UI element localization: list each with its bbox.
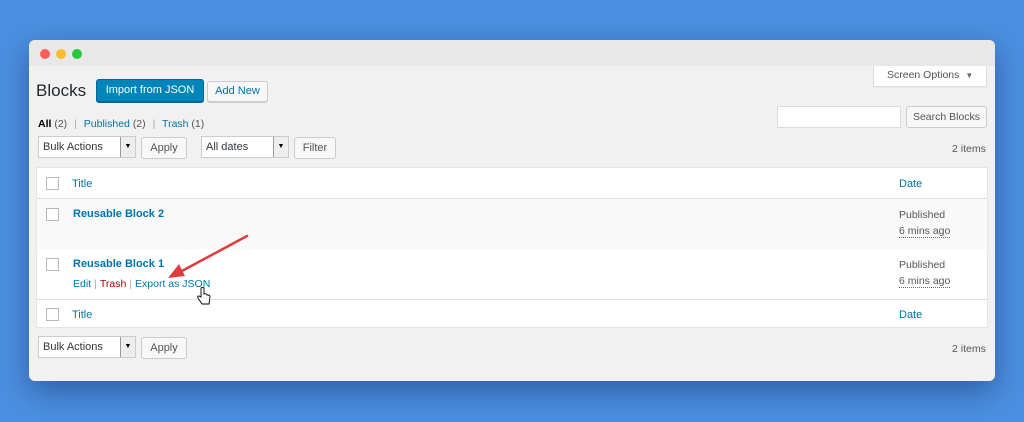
export-as-json-link[interactable]: Export as JSON [135, 278, 210, 290]
apply-button-top[interactable]: Apply [141, 137, 187, 159]
action-separator: | [129, 278, 133, 290]
bulk-actions-select-top[interactable]: Bulk Actions ▼ [38, 136, 136, 158]
row-checkbox[interactable] [46, 258, 59, 271]
minimize-window-dot[interactable] [56, 49, 66, 59]
items-count-bottom: 2 items [952, 343, 986, 355]
close-window-dot[interactable] [40, 49, 50, 59]
bulk-actions-value: Bulk Actions [43, 341, 103, 353]
filter-trash-count: (1) [191, 118, 205, 130]
filter-published-link[interactable]: Published [84, 118, 130, 130]
row-title-link[interactable]: Reusable Block 1 [73, 258, 164, 270]
items-count-top: 2 items [952, 143, 986, 155]
date-column-footer[interactable]: Date [899, 309, 922, 321]
table-row: Reusable Block 1 Edit | Trash | Export as JS… [37, 249, 987, 299]
blocks-table: Title Date Reusable Block 2 Published 6 … [36, 167, 988, 328]
select-all-checkbox[interactable] [46, 177, 59, 190]
row-date: 6 mins ago [899, 275, 951, 288]
date-column-header[interactable]: Date [899, 178, 922, 190]
filter-all-count: (2) [54, 118, 68, 130]
row-status: Published [899, 259, 946, 271]
table-row: Reusable Block 2 Published 6 mins ago [37, 199, 987, 249]
dropdown-arrow-icon: ▼ [120, 137, 135, 157]
dropdown-arrow-icon: ▼ [120, 337, 135, 357]
search-blocks-button[interactable]: Search Blocks [906, 106, 987, 128]
table-header-row: Title Date [37, 168, 987, 199]
screen-options-button[interactable]: Screen Options ▼ [873, 66, 987, 87]
edit-link[interactable]: Edit [73, 278, 91, 290]
row-status: Published [899, 209, 946, 221]
page-title: Blocks [36, 81, 87, 100]
title-column-footer[interactable]: Title [72, 309, 92, 321]
import-from-json-button[interactable]: Import from JSON [96, 79, 204, 102]
maximize-window-dot[interactable] [72, 49, 82, 59]
screen-options-label: Screen Options [887, 69, 960, 81]
filter-button[interactable]: Filter [294, 137, 336, 159]
bulk-actions-select-bottom[interactable]: Bulk Actions ▼ [38, 336, 136, 358]
dropdown-arrow-icon: ▼ [273, 137, 288, 157]
action-separator: | [94, 278, 97, 290]
browser-window: Screen Options ▼ Blocks Import from JSON … [29, 40, 995, 381]
search-input[interactable] [777, 106, 901, 128]
table-footer-row: Title Date [37, 299, 987, 328]
dates-value: All dates [206, 141, 249, 153]
filter-trash-link[interactable]: Trash [162, 118, 188, 130]
dates-select[interactable]: All dates ▼ [201, 136, 289, 158]
bulk-actions-value: Bulk Actions [43, 141, 103, 153]
add-new-button[interactable]: Add New [207, 81, 268, 102]
status-filter-links: All (2) | Published (2) | Trash (1) [38, 118, 204, 130]
row-checkbox[interactable] [46, 208, 59, 221]
select-all-checkbox-footer[interactable] [46, 308, 59, 321]
filter-published-count: (2) [132, 118, 146, 130]
apply-button-bottom[interactable]: Apply [141, 337, 187, 359]
trash-link[interactable]: Trash [100, 278, 126, 290]
filter-all-link[interactable]: All [38, 118, 51, 130]
filter-separator: | [152, 118, 156, 130]
caret-down-icon: ▼ [965, 71, 974, 80]
row-title-link[interactable]: Reusable Block 2 [73, 208, 164, 220]
window-titlebar [29, 40, 995, 66]
title-column-header[interactable]: Title [72, 178, 92, 190]
filter-separator: | [74, 118, 77, 130]
row-actions: Edit | Trash | Export as JSON [73, 278, 210, 290]
row-date: 6 mins ago [899, 225, 951, 238]
